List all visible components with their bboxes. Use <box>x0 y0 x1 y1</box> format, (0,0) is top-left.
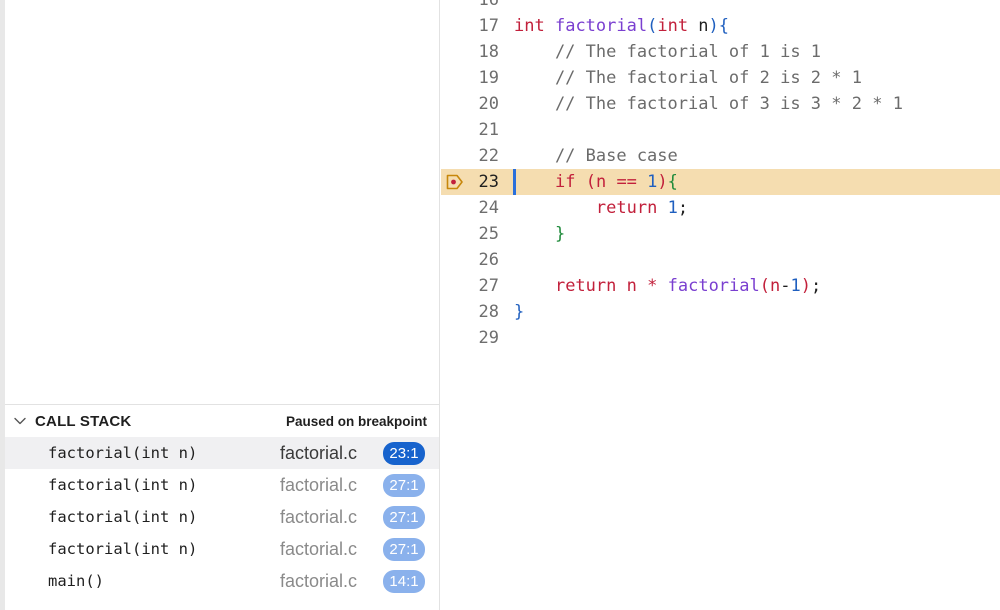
call-stack-frame[interactable]: factorial(int n) factorial.c 27:1 <box>5 533 439 565</box>
code-line[interactable]: 24 return 1; <box>441 195 1000 221</box>
sidebar-empty-area <box>5 0 439 404</box>
call-stack-frame[interactable]: factorial(int n) factorial.c 23:1 <box>5 437 439 469</box>
frame-position-badge: 14:1 <box>383 569 425 593</box>
line-code: // The factorial of 3 is 3 * 2 * 1 <box>514 94 903 114</box>
debug-sidebar: CALL STACK Paused on breakpoint factoria… <box>0 0 440 610</box>
line-code: // The factorial of 2 is 2 * 1 <box>514 68 862 88</box>
line-number: 17 <box>478 16 499 36</box>
line-code: } <box>554 224 566 244</box>
call-stack-frame[interactable]: factorial(int n) factorial.c 27:1 <box>5 469 439 501</box>
line-number: 20 <box>478 94 499 114</box>
frame-file-name: factorial.c <box>280 506 358 527</box>
line-code: // Base case <box>514 146 678 166</box>
frame-position-badge: 27:1 <box>383 473 425 497</box>
code-line[interactable]: 29 <box>441 325 1000 351</box>
line-number: 23 <box>478 172 499 192</box>
code-line[interactable]: 16 <box>441 0 1000 13</box>
debugger-window: CALL STACK Paused on breakpoint factoria… <box>0 0 1000 610</box>
code-line[interactable]: 26 <box>441 247 1000 273</box>
code-line[interactable]: 21 <box>441 117 1000 143</box>
line-number: 26 <box>478 250 499 270</box>
call-stack-title: CALL STACK <box>35 412 132 430</box>
code-line[interactable]: 25 } <box>441 221 1000 247</box>
frame-position-badge: 27:1 <box>383 505 425 529</box>
line-code: } <box>514 302 525 322</box>
paused-breakpoint-icon[interactable] <box>445 172 465 192</box>
line-number: 24 <box>478 198 499 218</box>
line-number: 22 <box>478 146 499 166</box>
code-editor[interactable]: 16 17 int factorial(int n){ 18 // The fa… <box>441 0 1000 610</box>
frame-position-badge: 27:1 <box>383 537 425 561</box>
code-line[interactable]: 27 return n * factorial(n-1); <box>441 273 1000 299</box>
code-line[interactable]: 22 // Base case <box>441 143 1000 169</box>
frame-function-name: factorial(int n) <box>48 476 198 494</box>
line-number: 25 <box>478 224 499 244</box>
line-code: if (n == 1){ <box>554 172 678 192</box>
chevron-down-icon[interactable] <box>11 412 29 430</box>
call-stack-panel: CALL STACK Paused on breakpoint factoria… <box>5 404 439 610</box>
line-number: 19 <box>478 68 499 88</box>
paused-status: Paused on breakpoint <box>285 413 427 429</box>
line-number: 16 <box>478 0 499 10</box>
line-code: return 1; <box>595 198 689 218</box>
frame-function-name: factorial(int n) <box>48 508 198 526</box>
call-stack-frame[interactable]: main() factorial.c 14:1 <box>5 565 439 597</box>
call-stack-header[interactable]: CALL STACK Paused on breakpoint <box>5 405 439 437</box>
code-line[interactable]: 19 // The factorial of 2 is 2 * 1 <box>441 65 1000 91</box>
line-number: 29 <box>478 328 499 348</box>
line-code: return n * factorial(n-1); <box>554 276 822 296</box>
frame-file-name: factorial.c <box>280 538 358 559</box>
frame-function-name: factorial(int n) <box>48 540 198 558</box>
line-number: 28 <box>478 302 499 322</box>
frame-function-name: factorial(int n) <box>48 444 198 462</box>
frame-file-name: factorial.c <box>280 474 358 495</box>
line-code: // The factorial of 1 is 1 <box>514 42 822 62</box>
call-stack-frame[interactable]: factorial(int n) factorial.c 27:1 <box>5 501 439 533</box>
line-number: 21 <box>478 120 499 140</box>
line-number: 18 <box>478 42 499 62</box>
code-line[interactable]: 17 int factorial(int n){ <box>441 13 1000 39</box>
code-line[interactable]: 18 // The factorial of 1 is 1 <box>441 39 1000 65</box>
code-line[interactable]: 20 // The factorial of 3 is 3 * 2 * 1 <box>441 91 1000 117</box>
line-code: int factorial(int n){ <box>514 16 730 36</box>
frame-file-name: factorial.c <box>280 570 358 591</box>
frame-function-name: main() <box>48 572 104 590</box>
current-execution-line[interactable]: 23 if (n == 1){ <box>441 169 1000 195</box>
frame-file-name: factorial.c <box>280 442 358 463</box>
frame-position-badge: 23:1 <box>383 441 425 465</box>
code-line[interactable]: 28 } <box>441 299 1000 325</box>
line-number: 27 <box>478 276 499 296</box>
